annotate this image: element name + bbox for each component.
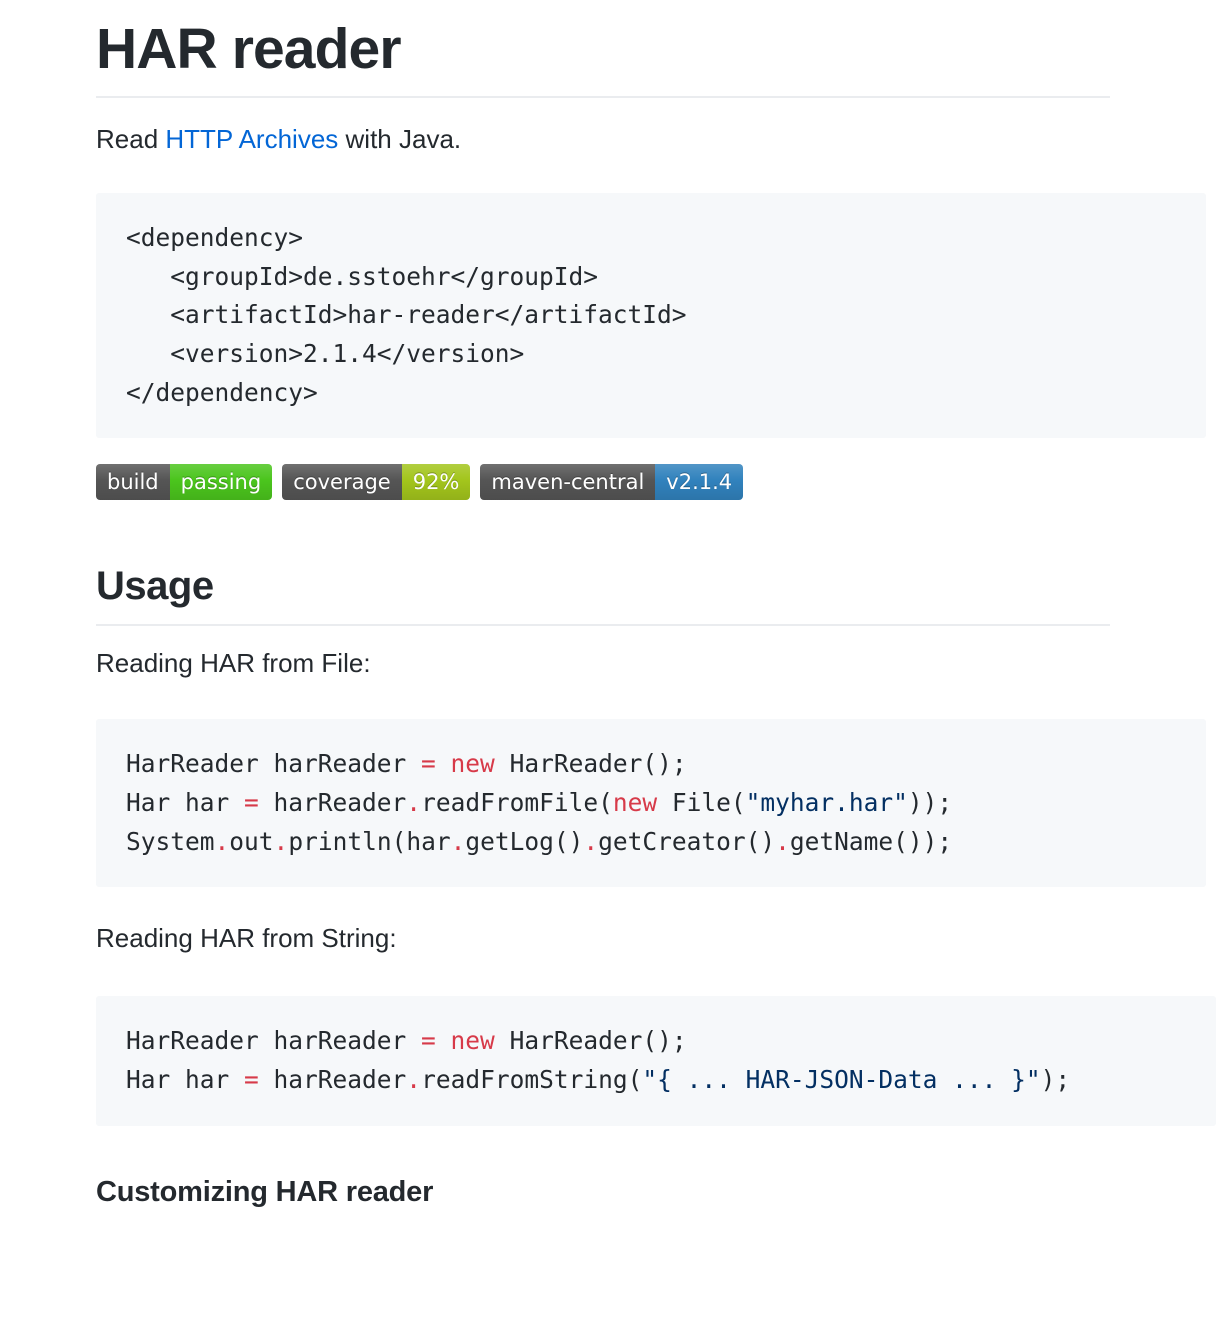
readme-document: HAR reader Read HTTP Archives with Java.… [0,0,1216,1210]
intro-text-after: with Java. [338,123,462,154]
intro-paragraph: Read HTTP Archives with Java. [96,120,1110,159]
build-badge-label: build [96,464,170,501]
read-from-string-code-block: HarReader harReader = new HarReader(); H… [96,996,1216,1126]
usage-heading: Usage [96,562,1110,627]
build-status-badge[interactable]: build passing [96,464,273,501]
badge-row: build passing coverage 92% maven-central… [96,464,1110,501]
coverage-badge-value: 92% [401,464,471,501]
coverage-badge-label: coverage [282,464,402,501]
maven-central-badge[interactable]: maven-central v2.1.4 [480,464,744,501]
dependency-code-text: <dependency> <groupId>de.sstoehr</groupI… [126,222,687,407]
coverage-badge[interactable]: coverage 92% [282,464,471,501]
maven-central-badge-value: v2.1.4 [655,464,744,501]
read-from-file-code-text: HarReader harReader = new HarReader(); H… [126,749,953,856]
reading-from-string-label: Reading HAR from String: [96,923,397,954]
customizing-heading: Customizing HAR reader [96,1175,434,1208]
page-title: HAR reader [96,17,1110,98]
maven-central-badge-label: maven-central [480,464,656,501]
http-archives-link[interactable]: HTTP Archives [165,124,338,154]
intro-text-before: Read [96,123,166,154]
dependency-code-block: <dependency> <groupId>de.sstoehr</groupI… [96,192,1206,439]
read-from-string-code-text: HarReader harReader = new HarReader(); H… [126,1026,1071,1095]
reading-from-file-label: Reading HAR from File: [96,648,371,679]
build-badge-value: passing [169,464,273,501]
read-from-file-code-block: HarReader harReader = new HarReader(); H… [96,719,1206,888]
